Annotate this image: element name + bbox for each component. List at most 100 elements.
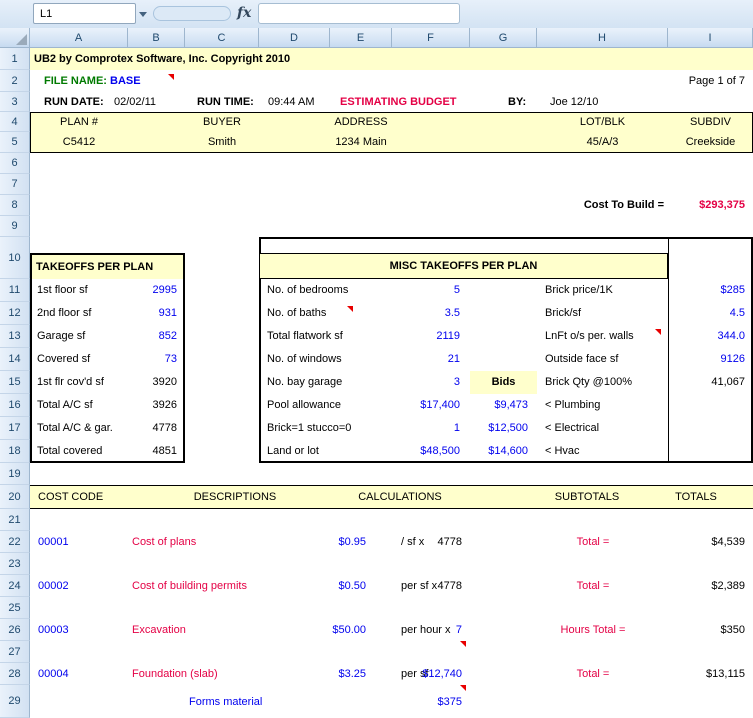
cost-code[interactable]: 00002 [34,575,104,597]
row-header-3[interactable]: 3 [0,92,30,112]
takeoff-value[interactable]: 73 [105,348,181,371]
cost-to-build-value[interactable]: $293,375 [668,195,749,216]
cost-header-total[interactable]: TOTALS [656,485,736,509]
bid-value[interactable]: $12,500 [468,417,532,440]
misc-left-value[interactable]: 21 [336,348,464,371]
cost-header-code[interactable]: COST CODE [34,485,124,509]
sheet-title[interactable]: UB2 by Comprotex Software, Inc. Copyrigh… [30,48,753,70]
run-date-label[interactable]: RUN DATE: [40,92,106,112]
cost-total[interactable]: $350 [668,619,749,641]
column-header-h[interactable]: H [537,28,668,48]
cost-rate[interactable]: $0.50 [306,575,370,597]
cost-qty[interactable]: 7 [392,619,466,641]
cost-code[interactable]: 00003 [34,619,104,641]
formula-bar-input[interactable] [258,3,460,24]
row-header-1[interactable]: 1 [0,48,30,70]
misc-right-value[interactable]: 9126 [670,348,749,371]
by-label[interactable]: BY: [504,92,536,112]
cost-qty[interactable]: 4778 [392,531,466,553]
row-header-20[interactable]: 20 [0,485,30,509]
cost-sub-label[interactable]: Total = [537,575,649,597]
takeoff-value[interactable]: 931 [105,302,181,325]
run-date-value[interactable]: 02/02/11 [110,92,168,112]
row-header-2[interactable]: 2 [0,70,30,92]
misc-right-label[interactable]: Outside face sf [541,348,663,371]
row-header-26[interactable]: 26 [0,619,30,641]
row-header-15[interactable]: 15 [0,371,30,394]
row-header-7[interactable]: 7 [0,174,30,195]
row-header-24[interactable]: 24 [0,575,30,597]
cost-desc[interactable]: Foundation (slab) [128,663,318,685]
misc-right-value[interactable]: $285 [670,279,749,302]
column-header-f[interactable]: F [392,28,470,48]
cost-header-calc[interactable]: CALCULATIONS [330,485,470,509]
plan-value-plan[interactable]: C5412 [30,132,128,153]
plan-header-plan[interactable]: PLAN # [30,112,128,132]
row-header-14[interactable]: 14 [0,348,30,371]
cost-rate[interactable]: $50.00 [306,619,370,641]
cost-code[interactable]: 00004 [34,663,104,685]
cost-header-desc[interactable]: DESCRIPTIONS [185,485,285,509]
cost-sub-qty[interactable]: $375 [392,690,466,714]
row-header-28[interactable]: 28 [0,663,30,685]
misc-left-value[interactable]: 1 [336,417,464,440]
estimating-budget-title[interactable]: ESTIMATING BUDGET [336,92,472,112]
run-time-label[interactable]: RUN TIME: [193,92,259,112]
plan-value-lotblk[interactable]: 45/A/3 [537,132,668,153]
row-header-21[interactable]: 21 [0,509,30,531]
plan-header-buyer[interactable]: BUYER [185,112,259,132]
misc-right-value[interactable]: 344.0 [670,325,749,348]
cost-desc[interactable]: Cost of building permits [128,575,318,597]
misc-left-value[interactable]: 5 [336,279,464,302]
row-header-19[interactable]: 19 [0,463,30,485]
plan-value-subdiv[interactable]: Creekside [668,132,753,153]
select-all-corner[interactable] [0,28,30,48]
row-header-4[interactable]: 4 [0,112,30,132]
cost-total[interactable]: $4,539 [668,531,749,553]
misc-title[interactable]: MISC TAKEOFFS PER PLAN [259,253,668,279]
plan-header-address[interactable]: ADDRESS [330,112,392,132]
plan-header-lotblk[interactable]: LOT/BLK [537,112,668,132]
row-header-22[interactable]: 22 [0,531,30,553]
misc-right-label[interactable]: < Plumbing [541,394,663,417]
by-value[interactable]: Joe 12/10 [546,92,618,112]
row-header-5[interactable]: 5 [0,132,30,153]
cost-header-sub[interactable]: SUBTOTALS [537,485,637,509]
row-header-11[interactable]: 11 [0,279,30,302]
cost-to-build-label[interactable]: Cost To Build = [537,195,668,216]
takeoff-value[interactable]: 2995 [105,279,181,302]
misc-right-label[interactable]: LnFt o/s per. walls [541,325,663,348]
column-header-b[interactable]: B [128,28,185,48]
cost-sub-label[interactable]: Total = [537,663,649,685]
takeoff-value[interactable]: 4851 [105,440,181,463]
row-header-6[interactable]: 6 [0,153,30,174]
cost-desc[interactable]: Excavation [128,619,318,641]
row-header-18[interactable]: 18 [0,440,30,463]
cost-sub-label[interactable]: Total = [537,531,649,553]
file-name-value[interactable]: BASE [106,70,166,92]
bid-value[interactable]: $9,473 [468,394,532,417]
takeoff-value[interactable]: 852 [105,325,181,348]
row-header-23[interactable]: 23 [0,553,30,575]
cost-rate[interactable]: $0.95 [306,531,370,553]
misc-left-value[interactable]: 3 [336,371,464,394]
misc-left-value[interactable]: $17,400 [336,394,464,417]
row-header-16[interactable]: 16 [0,394,30,417]
cost-qty[interactable]: $12,740 [392,663,466,685]
cost-rate[interactable]: $3.25 [306,663,370,685]
cost-total[interactable]: $13,115 [668,663,749,685]
row-header-12[interactable]: 12 [0,302,30,325]
misc-right-value[interactable]: 41,067 [670,371,749,394]
column-header-g[interactable]: G [470,28,537,48]
cost-sub-desc[interactable]: Forms material [185,690,315,714]
column-header-a[interactable]: A [30,28,128,48]
column-header-d[interactable]: D [259,28,330,48]
takeoff-value[interactable]: 3926 [105,394,181,417]
row-header-8[interactable]: 8 [0,195,30,216]
takeoffs-title[interactable]: TAKEOFFS PER PLAN [32,255,183,279]
plan-header-subdiv[interactable]: SUBDIV [668,112,753,132]
row-header-29[interactable]: 29 [0,685,30,718]
plan-value-buyer[interactable]: Smith [185,132,259,153]
takeoff-value[interactable]: 4778 [105,417,181,440]
misc-right-label[interactable]: < Electrical [541,417,663,440]
